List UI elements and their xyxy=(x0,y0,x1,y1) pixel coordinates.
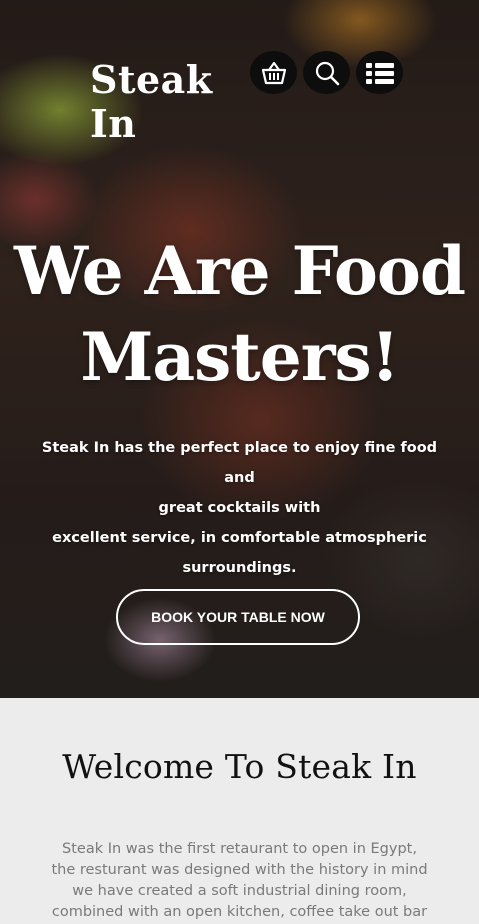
logo-line-1: Steak xyxy=(90,57,213,102)
welcome-text: Steak In was the first retaurant to open… xyxy=(30,839,449,923)
welcome-section: Welcome To Steak In Steak In was the fir… xyxy=(0,698,479,924)
hero-intro-text: Steak In has the perfect place to enjoy … xyxy=(28,433,451,583)
headline-line-1: We Are Food xyxy=(13,232,466,310)
menu-button[interactable] xyxy=(356,51,403,94)
basket-button[interactable] xyxy=(250,51,297,94)
book-table-button[interactable]: BOOK YOUR TABLE NOW xyxy=(116,589,360,645)
headline-line-2: Masters! xyxy=(80,318,399,396)
header-icon-group xyxy=(250,51,403,94)
hero-headline: We Are Food Masters! xyxy=(0,228,479,400)
page: Steak In We Are Food Masters! Steak In h… xyxy=(0,0,479,924)
logo-line-2: In xyxy=(90,101,137,146)
intro-line: excellent service, in comfortable atmosp… xyxy=(52,530,427,546)
basket-icon xyxy=(260,60,288,86)
hero-section: Steak In We Are Food Masters! Steak In h… xyxy=(0,0,479,698)
intro-line: surroundings. xyxy=(182,560,297,576)
intro-line: great cocktails with xyxy=(158,500,321,516)
menu-icon xyxy=(365,61,395,85)
brand-logo[interactable]: Steak In xyxy=(90,58,230,146)
welcome-line: we have created a soft industrial dining… xyxy=(72,883,407,899)
welcome-line: the resturant was designed with the hist… xyxy=(51,862,428,878)
search-button[interactable] xyxy=(303,51,350,94)
welcome-line: Steak In was the first retaurant to open… xyxy=(62,841,417,857)
welcome-title: Welcome To Steak In xyxy=(62,747,417,786)
intro-line: Steak In has the perfect place to enjoy … xyxy=(41,440,438,486)
welcome-line: combined with an open kitchen, coffee ta… xyxy=(51,904,428,920)
search-icon xyxy=(314,60,340,86)
